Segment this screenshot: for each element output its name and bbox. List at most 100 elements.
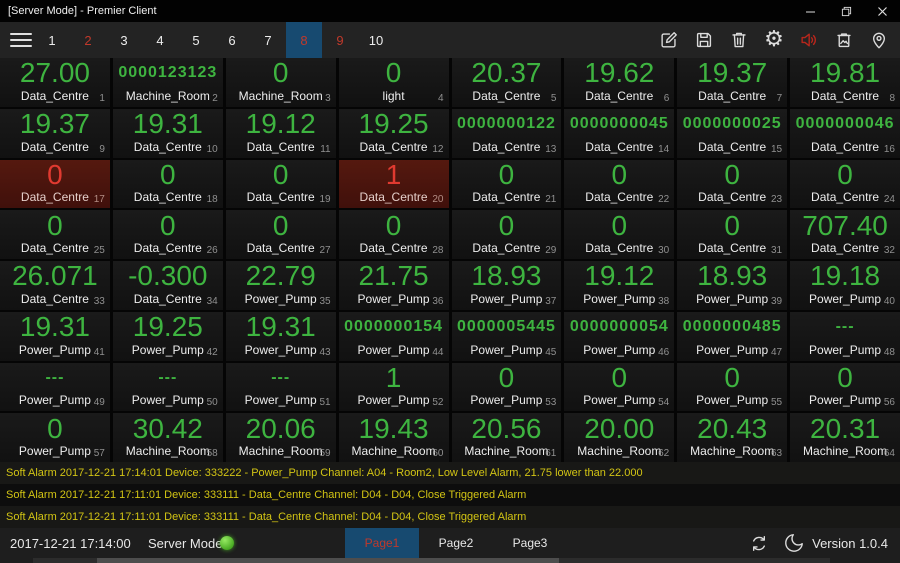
channel-cell[interactable]: 19.37 Data_Centre 7	[677, 58, 788, 107]
channel-cell[interactable]: 0 Data_Centre 31	[677, 210, 788, 259]
channel-cell[interactable]: 18.93 Power_Pump 37	[451, 261, 562, 310]
channel-cell[interactable]: 19.81 Data_Centre 8	[790, 58, 900, 107]
channel-cell[interactable]: 0 Data_Centre 24	[790, 159, 900, 209]
edit-icon[interactable]	[658, 29, 680, 51]
channel-cell[interactable]: 0 Data_Centre 26	[112, 210, 223, 259]
channel-cell[interactable]: 1 Data_Centre 20	[338, 159, 449, 209]
channel-cell[interactable]: 0000000045 Data_Centre 14	[564, 108, 675, 158]
channel-cell[interactable]: 0 Data_Centre 21	[451, 159, 562, 209]
channel-cell[interactable]: 22.79 Power_Pump 35	[225, 261, 336, 310]
page-number-tab[interactable]: 6	[214, 22, 250, 58]
channel-cell[interactable]: 19.31 Data_Centre 10	[112, 108, 223, 158]
channel-cell[interactable]: 19.12 Data_Centre 11	[225, 108, 336, 158]
minimize-button[interactable]	[792, 0, 828, 22]
channel-cell[interactable]: 20.56 Machine_Room 61	[451, 413, 562, 462]
channel-cell[interactable]: 1 Power_Pump 52	[338, 362, 449, 412]
channel-cell[interactable]: 0 Data_Centre 19	[225, 159, 336, 209]
save-icon[interactable]	[693, 29, 715, 51]
page-number-tab[interactable]: 3	[106, 22, 142, 58]
channel-cell[interactable]: 0 Data_Centre 18	[112, 158, 223, 209]
channel-cell[interactable]: -0.300 Data_Centre 34	[112, 261, 223, 310]
channel-cell[interactable]: 19.12 Power_Pump 38	[564, 261, 675, 310]
channel-cell[interactable]: 30.42 Machine_Room 58	[112, 413, 223, 462]
channel-cell[interactable]: 19.62 Data_Centre 6	[564, 58, 675, 107]
channel-cell[interactable]: --- Power_Pump 50	[112, 362, 223, 412]
channel-cell[interactable]: 0 Power_Pump 55	[677, 362, 788, 412]
channel-cell[interactable]: 19.18 Power_Pump 40	[790, 261, 900, 310]
horizontal-scrollbar[interactable]	[33, 558, 830, 563]
close-button[interactable]	[864, 0, 900, 22]
channel-value: 0	[160, 158, 176, 190]
channel-cell[interactable]: 26.071 Data_Centre 33	[0, 261, 110, 310]
page-number-tab[interactable]: 7	[250, 22, 286, 58]
channel-cell[interactable]: 0 Data_Centre 30	[564, 210, 675, 259]
page-number-tab[interactable]: 4	[142, 22, 178, 58]
channel-cell[interactable]: --- Power_Pump 51	[225, 362, 336, 412]
page-tab[interactable]: Page2	[419, 528, 493, 558]
channel-cell[interactable]: 0 Power_Pump 53	[451, 362, 562, 412]
channel-cell[interactable]: --- Power_Pump 48	[790, 311, 900, 361]
channel-cell[interactable]: 19.43 Machine_Room 60	[338, 413, 449, 462]
channel-cell[interactable]: 707.40 Data_Centre 32	[790, 210, 900, 259]
channel-cell[interactable]: 0 Data_Centre 17	[0, 159, 110, 209]
channel-cell[interactable]: 0000000054 Power_Pump 46	[564, 311, 675, 361]
channel-cell[interactable]: 19.31 Power_Pump 43	[225, 311, 336, 361]
channel-cell[interactable]: 0 Data_Centre 28	[338, 210, 449, 259]
snapshot-bin-icon[interactable]	[833, 29, 855, 51]
hamburger-menu-icon[interactable]	[10, 29, 32, 51]
restore-button[interactable]	[828, 0, 864, 22]
channel-cell[interactable]: 0 Power_Pump 57	[0, 413, 110, 462]
channel-cell[interactable]: 0000000485 Power_Pump 47	[677, 311, 788, 361]
channel-cell[interactable]: 0 Data_Centre 22	[564, 159, 675, 209]
channel-cell[interactable]: 20.31 Machine_Room 64	[790, 413, 900, 462]
channel-cell[interactable]: 21.75 Power_Pump 36	[338, 261, 449, 310]
sync-icon[interactable]	[748, 532, 770, 554]
channel-cell[interactable]: 20.00 Machine_Room 62	[564, 413, 675, 462]
channel-cell[interactable]: --- Power_Pump 49	[0, 362, 110, 412]
sound-on-icon[interactable]	[798, 29, 820, 51]
page-number-tab[interactable]: 2	[70, 22, 106, 58]
page-tab[interactable]: Page3	[493, 528, 567, 558]
channel-cell[interactable]: 0 Data_Centre 25	[0, 210, 110, 259]
channel-cell[interactable]: 0 Machine_Room 3	[225, 58, 336, 107]
channel-cell[interactable]: 20.43 Machine_Room 63	[677, 413, 788, 462]
channel-cell[interactable]: 0 Data_Centre 27	[225, 210, 336, 259]
page-number-tab[interactable]: 10	[358, 22, 394, 58]
channel-cell[interactable]: 0000000154 Power_Pump 44	[338, 311, 449, 361]
channel-cell[interactable]: 0000000046 Data_Centre 16	[790, 108, 900, 158]
settings-gear-icon[interactable]: ⚙	[763, 29, 785, 51]
channel-cell[interactable]: 27.00 Data_Centre 1	[0, 58, 110, 107]
channel-cell[interactable]: 0000000025 Data_Centre 15	[677, 108, 788, 158]
channel-cell[interactable]: 20.06 Machine_Room 59	[225, 413, 336, 462]
channel-cell[interactable]: 0000123123 Machine_Room 2	[112, 58, 223, 107]
page-number-tab[interactable]: 1	[34, 22, 70, 58]
channel-cell[interactable]: 20.37 Data_Centre 5	[451, 58, 562, 107]
page-number-tab[interactable]: 8	[286, 22, 322, 58]
channel-value: 19.12	[245, 108, 316, 140]
channel-cell[interactable]: 19.37 Data_Centre 9	[0, 108, 110, 158]
channel-cell[interactable]: 0 light 4	[338, 58, 449, 107]
channel-cell[interactable]: 18.93 Power_Pump 39	[677, 261, 788, 310]
alarm-message[interactable]: Soft Alarm 2017-12-21 17:11:01 Device: 3…	[0, 506, 900, 528]
location-pin-icon[interactable]	[868, 29, 890, 51]
scrollbar-thumb[interactable]	[96, 558, 559, 563]
channel-cell-footer: Data_Centre 34	[113, 292, 223, 310]
night-mode-moon-icon[interactable]	[783, 532, 805, 554]
channel-cell[interactable]: 19.25 Power_Pump 42	[112, 311, 223, 361]
channel-cell[interactable]: 0 Data_Centre 23	[677, 159, 788, 209]
page-tab[interactable]: Page1	[345, 528, 419, 558]
channel-cell[interactable]: 0000005445 Power_Pump 45	[451, 311, 562, 361]
channel-cell[interactable]: 0 Data_Centre 29	[451, 210, 562, 259]
alarm-message[interactable]: Soft Alarm 2017-12-21 17:11:01 Device: 3…	[0, 484, 900, 506]
channel-cell[interactable]: 0 Power_Pump 56	[790, 362, 900, 412]
channel-cell[interactable]: 19.25 Data_Centre 12	[338, 108, 449, 158]
channel-cell[interactable]: 19.31 Power_Pump 41	[0, 311, 110, 361]
window-controls	[792, 0, 900, 22]
channel-cell-footer: Power_Pump 43	[226, 343, 336, 361]
delete-icon[interactable]	[728, 29, 750, 51]
page-number-tab[interactable]: 5	[178, 22, 214, 58]
channel-cell[interactable]: 0000000122 Data_Centre 13	[451, 108, 562, 158]
page-number-tab[interactable]: 9	[322, 22, 358, 58]
channel-cell[interactable]: 0 Power_Pump 54	[564, 362, 675, 412]
alarm-message[interactable]: Soft Alarm 2017-12-21 17:14:01 Device: 3…	[0, 462, 900, 484]
